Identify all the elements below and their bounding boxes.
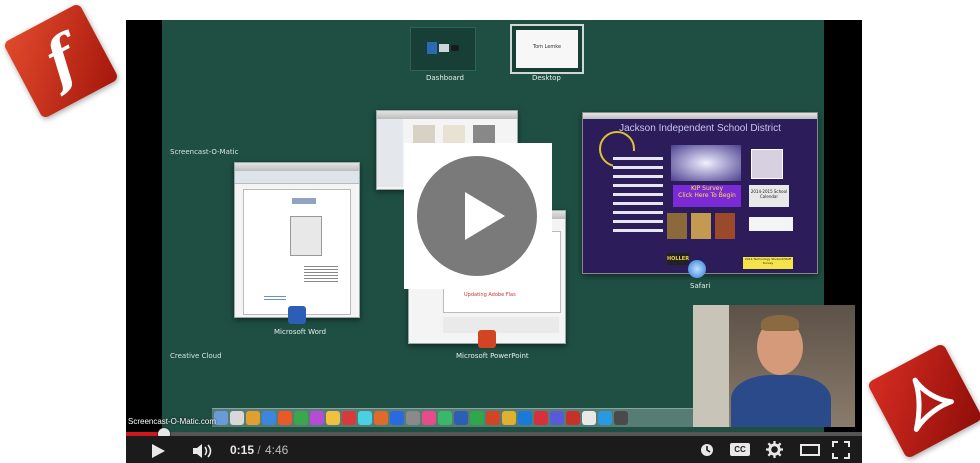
volume-icon[interactable] [192,443,216,459]
flash-logo-badge: f [2,2,120,120]
watch-later-icon[interactable] [700,443,714,457]
time-separator: / [254,443,265,457]
dock-app-icon[interactable] [534,411,548,425]
dock-app-icon[interactable] [278,411,292,425]
survey-text-line-1[interactable]: KIP Survey [673,185,741,192]
video-player[interactable]: Dashboard Tom Lemke Desktop Screencast-O… [126,20,862,463]
dock-app-icon[interactable] [454,411,468,425]
fullscreen-icon[interactable] [832,441,850,459]
dock-app-icon[interactable] [342,411,356,425]
powerpoint-window-label: Microsoft PowerPoint [456,352,529,360]
powerpoint-slide-text: Updating Adobe Flas [464,292,516,298]
dock-app-icon[interactable] [390,411,404,425]
mac-dock [212,408,734,427]
desktop-label: Desktop [532,74,561,82]
cc-button[interactable]: CC [730,443,750,456]
dock-app-icon[interactable] [470,411,484,425]
dock-app-icon[interactable] [214,411,228,425]
dock-app-icon[interactable] [230,411,244,425]
dock-app-icon[interactable] [518,411,532,425]
dock-app-icon[interactable] [486,411,500,425]
dock-app-icon[interactable] [294,411,308,425]
safari-window-label: Safari [690,282,711,290]
dashboard-space-thumbnail[interactable] [410,27,476,71]
safari-window-thumbnail[interactable]: Jackson Independent School District KIP … [582,112,818,274]
play-icon[interactable] [150,443,166,459]
word-window-thumbnail[interactable] [234,162,360,318]
dock-app-icon[interactable] [262,411,276,425]
dock-app-icon[interactable] [374,411,388,425]
dock-app-icon[interactable] [502,411,516,425]
flash-logo-glyph: f [33,24,89,98]
safari-app-icon [688,260,706,278]
desktop-space-thumbnail[interactable]: Tom Lemke [510,24,584,74]
dock-app-icon[interactable] [550,411,564,425]
play-icon [417,156,537,276]
dock-app-icon[interactable] [582,411,596,425]
acrobat-logo-icon [912,377,954,432]
dock-app-icon[interactable] [246,411,260,425]
watermark-caption: Screencast-O-Matic.com [128,417,217,426]
screencast-group-label: Screencast-O-Matic [170,148,239,156]
dock-app-icon[interactable] [422,411,436,425]
duration: 4:46 [265,443,289,457]
calendar-link[interactable]: 2014-2015 School Calendar [749,185,789,207]
technology-survey-banner[interactable]: 2014 Technology Student/Staff Survey [743,257,793,269]
holler-banner[interactable]: HOLLER [667,253,689,265]
desktop-note: Tom Lemke [532,44,562,50]
powerpoint-app-icon [478,330,496,348]
dock-app-icon[interactable] [406,411,420,425]
acrobat-logo-badge [866,342,980,460]
dashboard-label: Dashboard [426,74,464,82]
dock-app-icon[interactable] [358,411,372,425]
webcam-overlay [693,305,855,427]
dock-app-icon[interactable] [326,411,340,425]
gear-icon[interactable] [766,441,783,458]
large-play-button[interactable] [404,143,552,289]
dock-app-icon[interactable] [310,411,324,425]
dock-app-icon[interactable] [614,411,628,425]
presenter-shirt [731,375,831,427]
dock-app-icon[interactable] [438,411,452,425]
theater-icon[interactable] [800,444,820,456]
dock-app-icon[interactable] [598,411,612,425]
word-app-icon [288,306,306,324]
creative-cloud-group-label: Creative Cloud [170,352,222,360]
survey-text-line-2[interactable]: Click Here To Begin [673,192,741,199]
current-time: 0:15 [230,443,255,457]
word-window-label: Microsoft Word [274,328,327,336]
dock-app-icon[interactable] [566,411,580,425]
player-controls: 0:15 / 4:46 CC [126,436,862,463]
